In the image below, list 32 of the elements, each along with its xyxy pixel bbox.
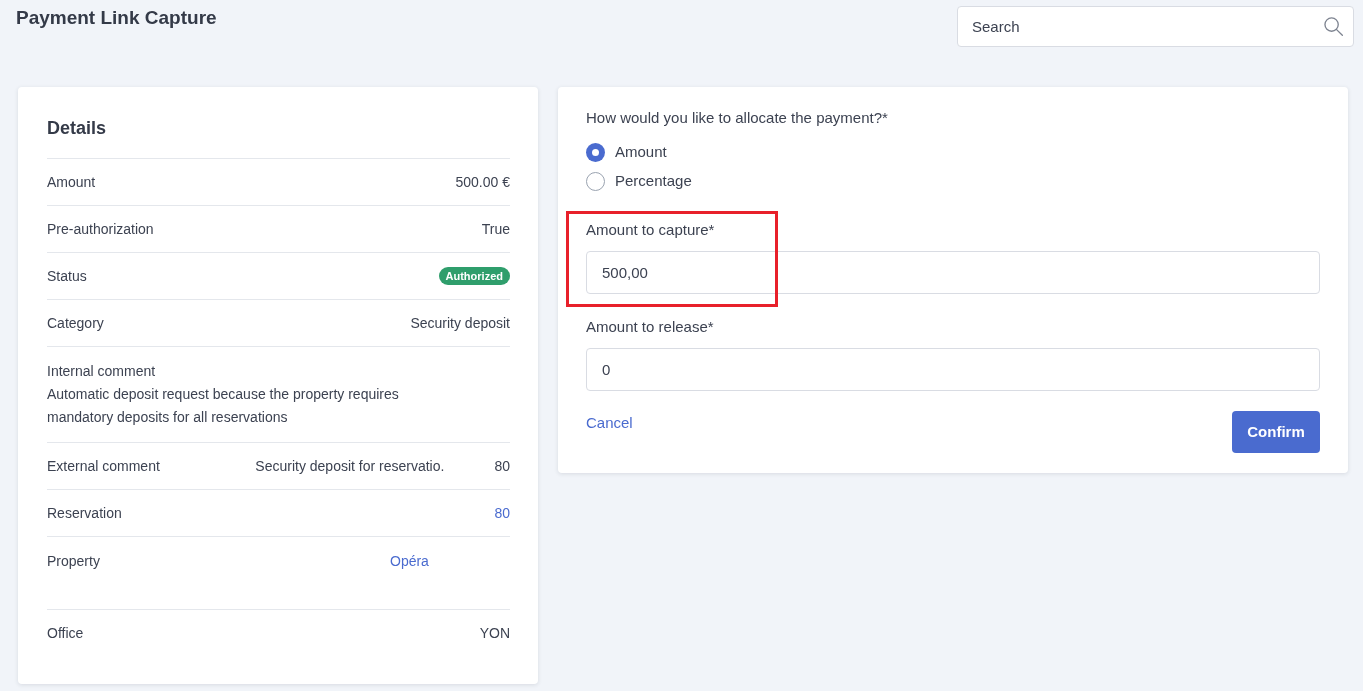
detail-label: Amount bbox=[47, 173, 96, 192]
search-icon bbox=[1324, 17, 1343, 36]
details-title: Details bbox=[47, 117, 108, 140]
amount-input[interactable]: 0 bbox=[586, 348, 1320, 391]
detail-value: Automatic deposit request because the property requires mandatory deposits for all reservations bbox=[47, 385, 400, 427]
detail-label: Property bbox=[47, 552, 100, 571]
field-label: Amount to release* bbox=[586, 317, 715, 337]
detail-label: External comment bbox=[47, 457, 160, 476]
cancel-link[interactable]: Cancel bbox=[586, 413, 633, 433]
detail-label: Category bbox=[47, 314, 104, 333]
detail-label: Office bbox=[47, 624, 84, 643]
detail-label: Internal comment bbox=[47, 362, 157, 381]
detail-value: 80 bbox=[494, 457, 510, 476]
detail-value: True bbox=[481, 220, 510, 239]
field-label: Amount to capture* bbox=[586, 220, 716, 240]
detail-value: 500.00 € bbox=[455, 173, 510, 192]
detail-value: Security deposit for reservatio. bbox=[255, 457, 445, 476]
status-badge: Authorized bbox=[438, 267, 510, 285]
detail-value: YON bbox=[479, 624, 510, 643]
allocation-question: How would you like to allocate the payment?* bbox=[586, 108, 889, 128]
reservation-link[interactable]: 80 bbox=[494, 503, 510, 523]
detail-label: Status bbox=[47, 267, 87, 286]
detail-value: Security deposit bbox=[410, 314, 510, 333]
confirm-button[interactable]: Confirm bbox=[1232, 411, 1320, 453]
search-field[interactable]: Search bbox=[957, 6, 1354, 47]
detail-label: Pre-authorization bbox=[47, 220, 154, 239]
radio-option[interactable]: Amount bbox=[586, 142, 667, 162]
detail-label: Reservation bbox=[47, 504, 122, 523]
radio-option[interactable]: Percentage bbox=[586, 171, 692, 191]
page-title: Payment Link Capture bbox=[16, 6, 217, 30]
amount-input[interactable]: 500,00 bbox=[586, 251, 1320, 294]
property-link[interactable]: Opéra bbox=[390, 553, 429, 569]
